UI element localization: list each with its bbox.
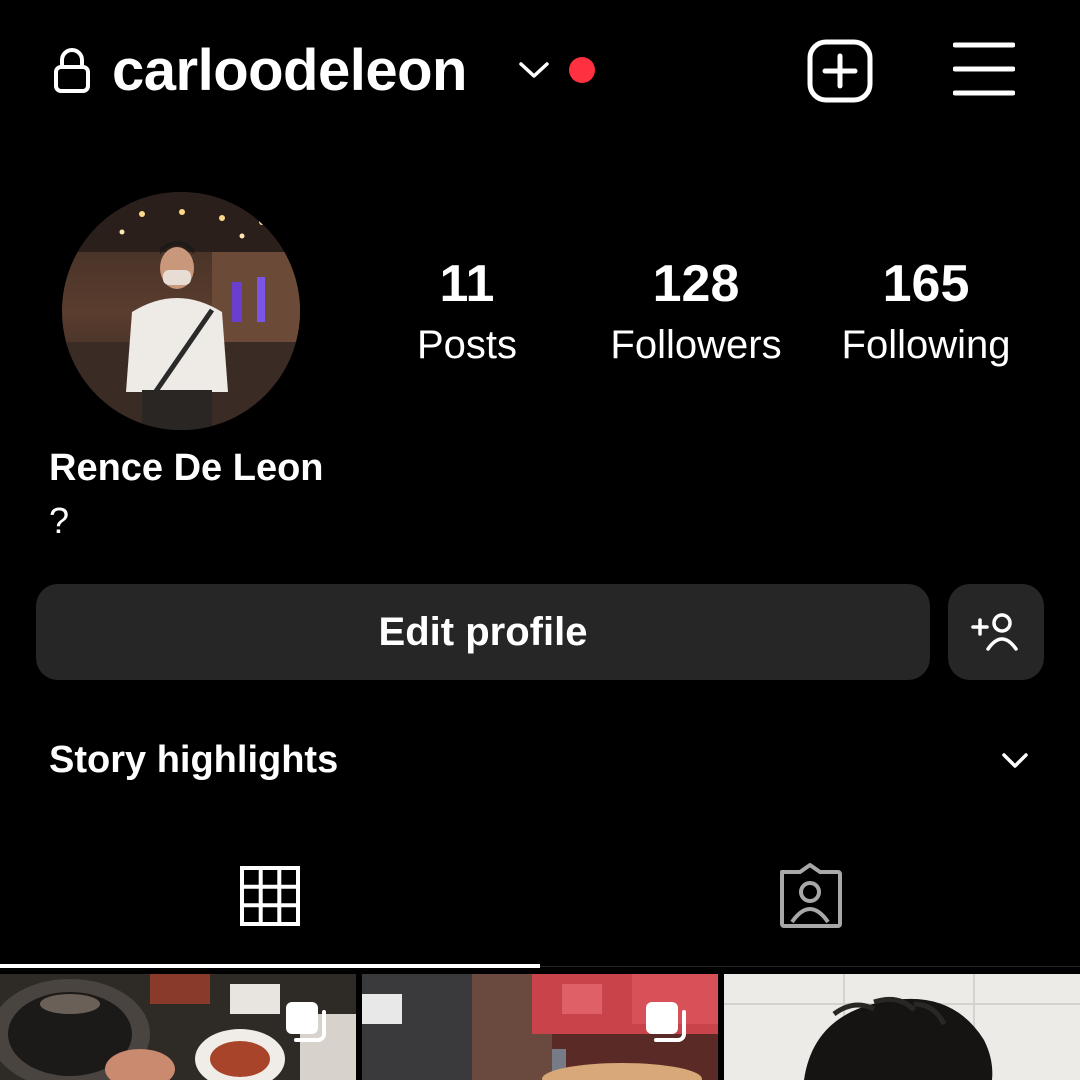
multiple-photos-icon xyxy=(646,1002,686,1042)
post-thumbnail[interactable] xyxy=(724,974,1080,1080)
story-highlights-title[interactable]: Story highlights xyxy=(49,736,338,784)
stat-posts[interactable]: 11 Posts xyxy=(367,252,567,370)
bio: ? xyxy=(49,500,70,541)
plus-square-icon[interactable] xyxy=(806,38,874,104)
notification-dot xyxy=(569,57,595,83)
active-tab-indicator xyxy=(0,964,540,968)
chevron-down-icon[interactable] xyxy=(516,57,552,83)
post-thumbnail[interactable] xyxy=(0,974,356,1080)
grid-icon xyxy=(240,866,300,926)
posts-count: 11 xyxy=(439,255,495,313)
avatar-image xyxy=(62,192,300,430)
username[interactable]: carloodeleon xyxy=(112,36,467,106)
stat-followers[interactable]: 128 Followers xyxy=(596,252,796,370)
multiple-photos-icon xyxy=(286,1002,326,1042)
followers-label: Followers xyxy=(610,323,782,367)
tab-posts-grid[interactable] xyxy=(0,840,540,964)
full-name: Rence De Leon xyxy=(49,447,324,489)
post-thumbnail[interactable] xyxy=(362,974,718,1080)
hamburger-menu-icon[interactable] xyxy=(953,40,1015,98)
posts-grid xyxy=(0,974,1080,1080)
following-label: Following xyxy=(841,323,1011,367)
add-person-icon xyxy=(971,613,1018,651)
discover-people-button[interactable] xyxy=(948,584,1044,680)
followers-count: 128 xyxy=(652,255,740,313)
tagged-person-icon xyxy=(780,863,842,928)
posts-label: Posts xyxy=(416,323,518,367)
edit-profile-button[interactable]: Edit profile xyxy=(36,584,930,680)
lock-icon xyxy=(54,48,90,93)
following-count: 165 xyxy=(882,255,970,313)
post-image xyxy=(724,974,1080,1080)
top-bar: carloodeleon xyxy=(0,0,1080,140)
avatar[interactable] xyxy=(62,192,300,430)
profile-screen: carloodeleon 11 Posts 128 Followers 165 … xyxy=(0,0,1080,1080)
stat-following[interactable]: 165 Following xyxy=(826,252,1026,370)
tab-divider xyxy=(540,966,1080,967)
chevron-down-icon[interactable] xyxy=(998,746,1032,774)
tab-tagged[interactable] xyxy=(540,840,1080,964)
